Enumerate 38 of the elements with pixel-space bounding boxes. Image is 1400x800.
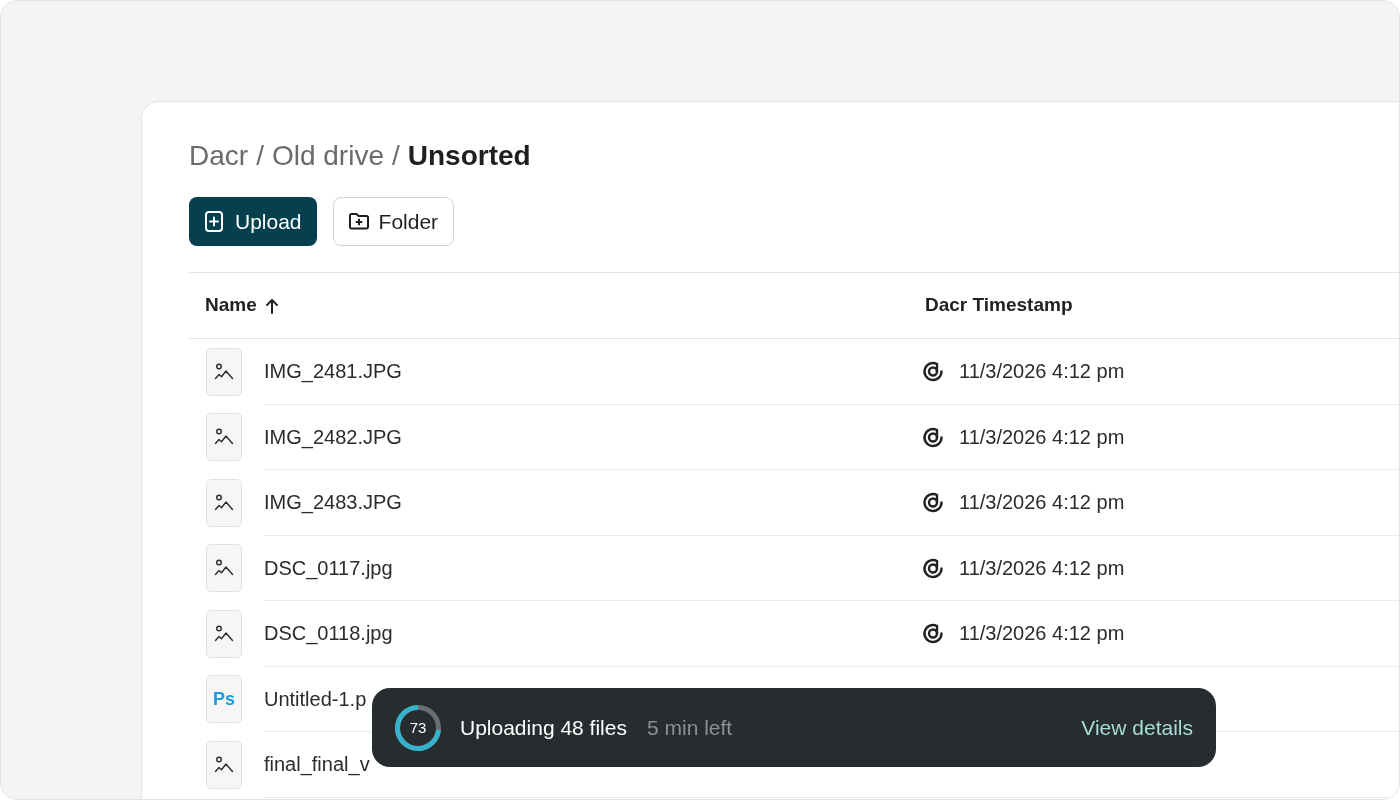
progress-value: 73 bbox=[409, 718, 427, 737]
column-header[interactable]: Name bbox=[205, 291, 257, 320]
upload-button[interactable]: Upload bbox=[189, 197, 317, 246]
file-name[interactable]: IMG_2481.JPG bbox=[264, 360, 402, 383]
breadcrumb-current: Unsorted bbox=[407, 139, 531, 173]
swirl-icon bbox=[921, 621, 945, 646]
image-file-icon bbox=[206, 347, 242, 396]
image-file-icon bbox=[206, 544, 242, 593]
time-remaining: 5 min left bbox=[646, 714, 733, 741]
file-name[interactable]: final_final_v bbox=[264, 753, 370, 776]
breadcrumb-separator: / bbox=[391, 139, 400, 173]
image-file-icon bbox=[206, 413, 242, 462]
timestamp: 11/3/2026 4:12 pm bbox=[959, 555, 1125, 581]
view-details-link[interactable]: View details bbox=[1081, 711, 1193, 744]
file-name[interactable]: IMG_2482.JPG bbox=[264, 425, 402, 448]
new-folder-button[interactable]: Folder bbox=[332, 197, 455, 246]
file-name[interactable]: IMG_2483.JPG bbox=[264, 491, 402, 514]
column-header[interactable]: Dacr Timestamp bbox=[925, 291, 1073, 320]
file-name[interactable]: DSC_0118.jpg bbox=[264, 622, 393, 645]
breadcrumb-link[interactable]: Dacr bbox=[189, 139, 249, 173]
file-type-badge: Ps bbox=[206, 675, 242, 724]
image-file-icon bbox=[206, 478, 242, 527]
breadcrumb-separator: / bbox=[256, 139, 264, 173]
timestamp: 11/3/2026 4:12 pm bbox=[959, 424, 1125, 450]
timestamp: 11/3/2026 4:12 pm bbox=[959, 621, 1125, 647]
file-name[interactable]: DSC_0117.jpg bbox=[264, 556, 393, 579]
image-file-icon bbox=[206, 609, 242, 658]
breadcrumb-link[interactable]: Old drive bbox=[271, 139, 384, 173]
folder-plus-icon bbox=[348, 213, 369, 230]
swirl-icon bbox=[921, 359, 945, 384]
timestamp: 11/3/2026 4:12 pm bbox=[959, 490, 1125, 516]
file-name[interactable]: Untitled-1.p bbox=[264, 687, 367, 710]
progress-ring bbox=[395, 704, 441, 751]
image-file-icon bbox=[206, 740, 242, 789]
timestamp: 11/3/2026 4:12 pm bbox=[959, 359, 1125, 385]
file-plus-icon bbox=[205, 211, 223, 232]
upload-status: Uploading 48 files bbox=[460, 714, 627, 741]
swirl-icon bbox=[921, 490, 945, 515]
